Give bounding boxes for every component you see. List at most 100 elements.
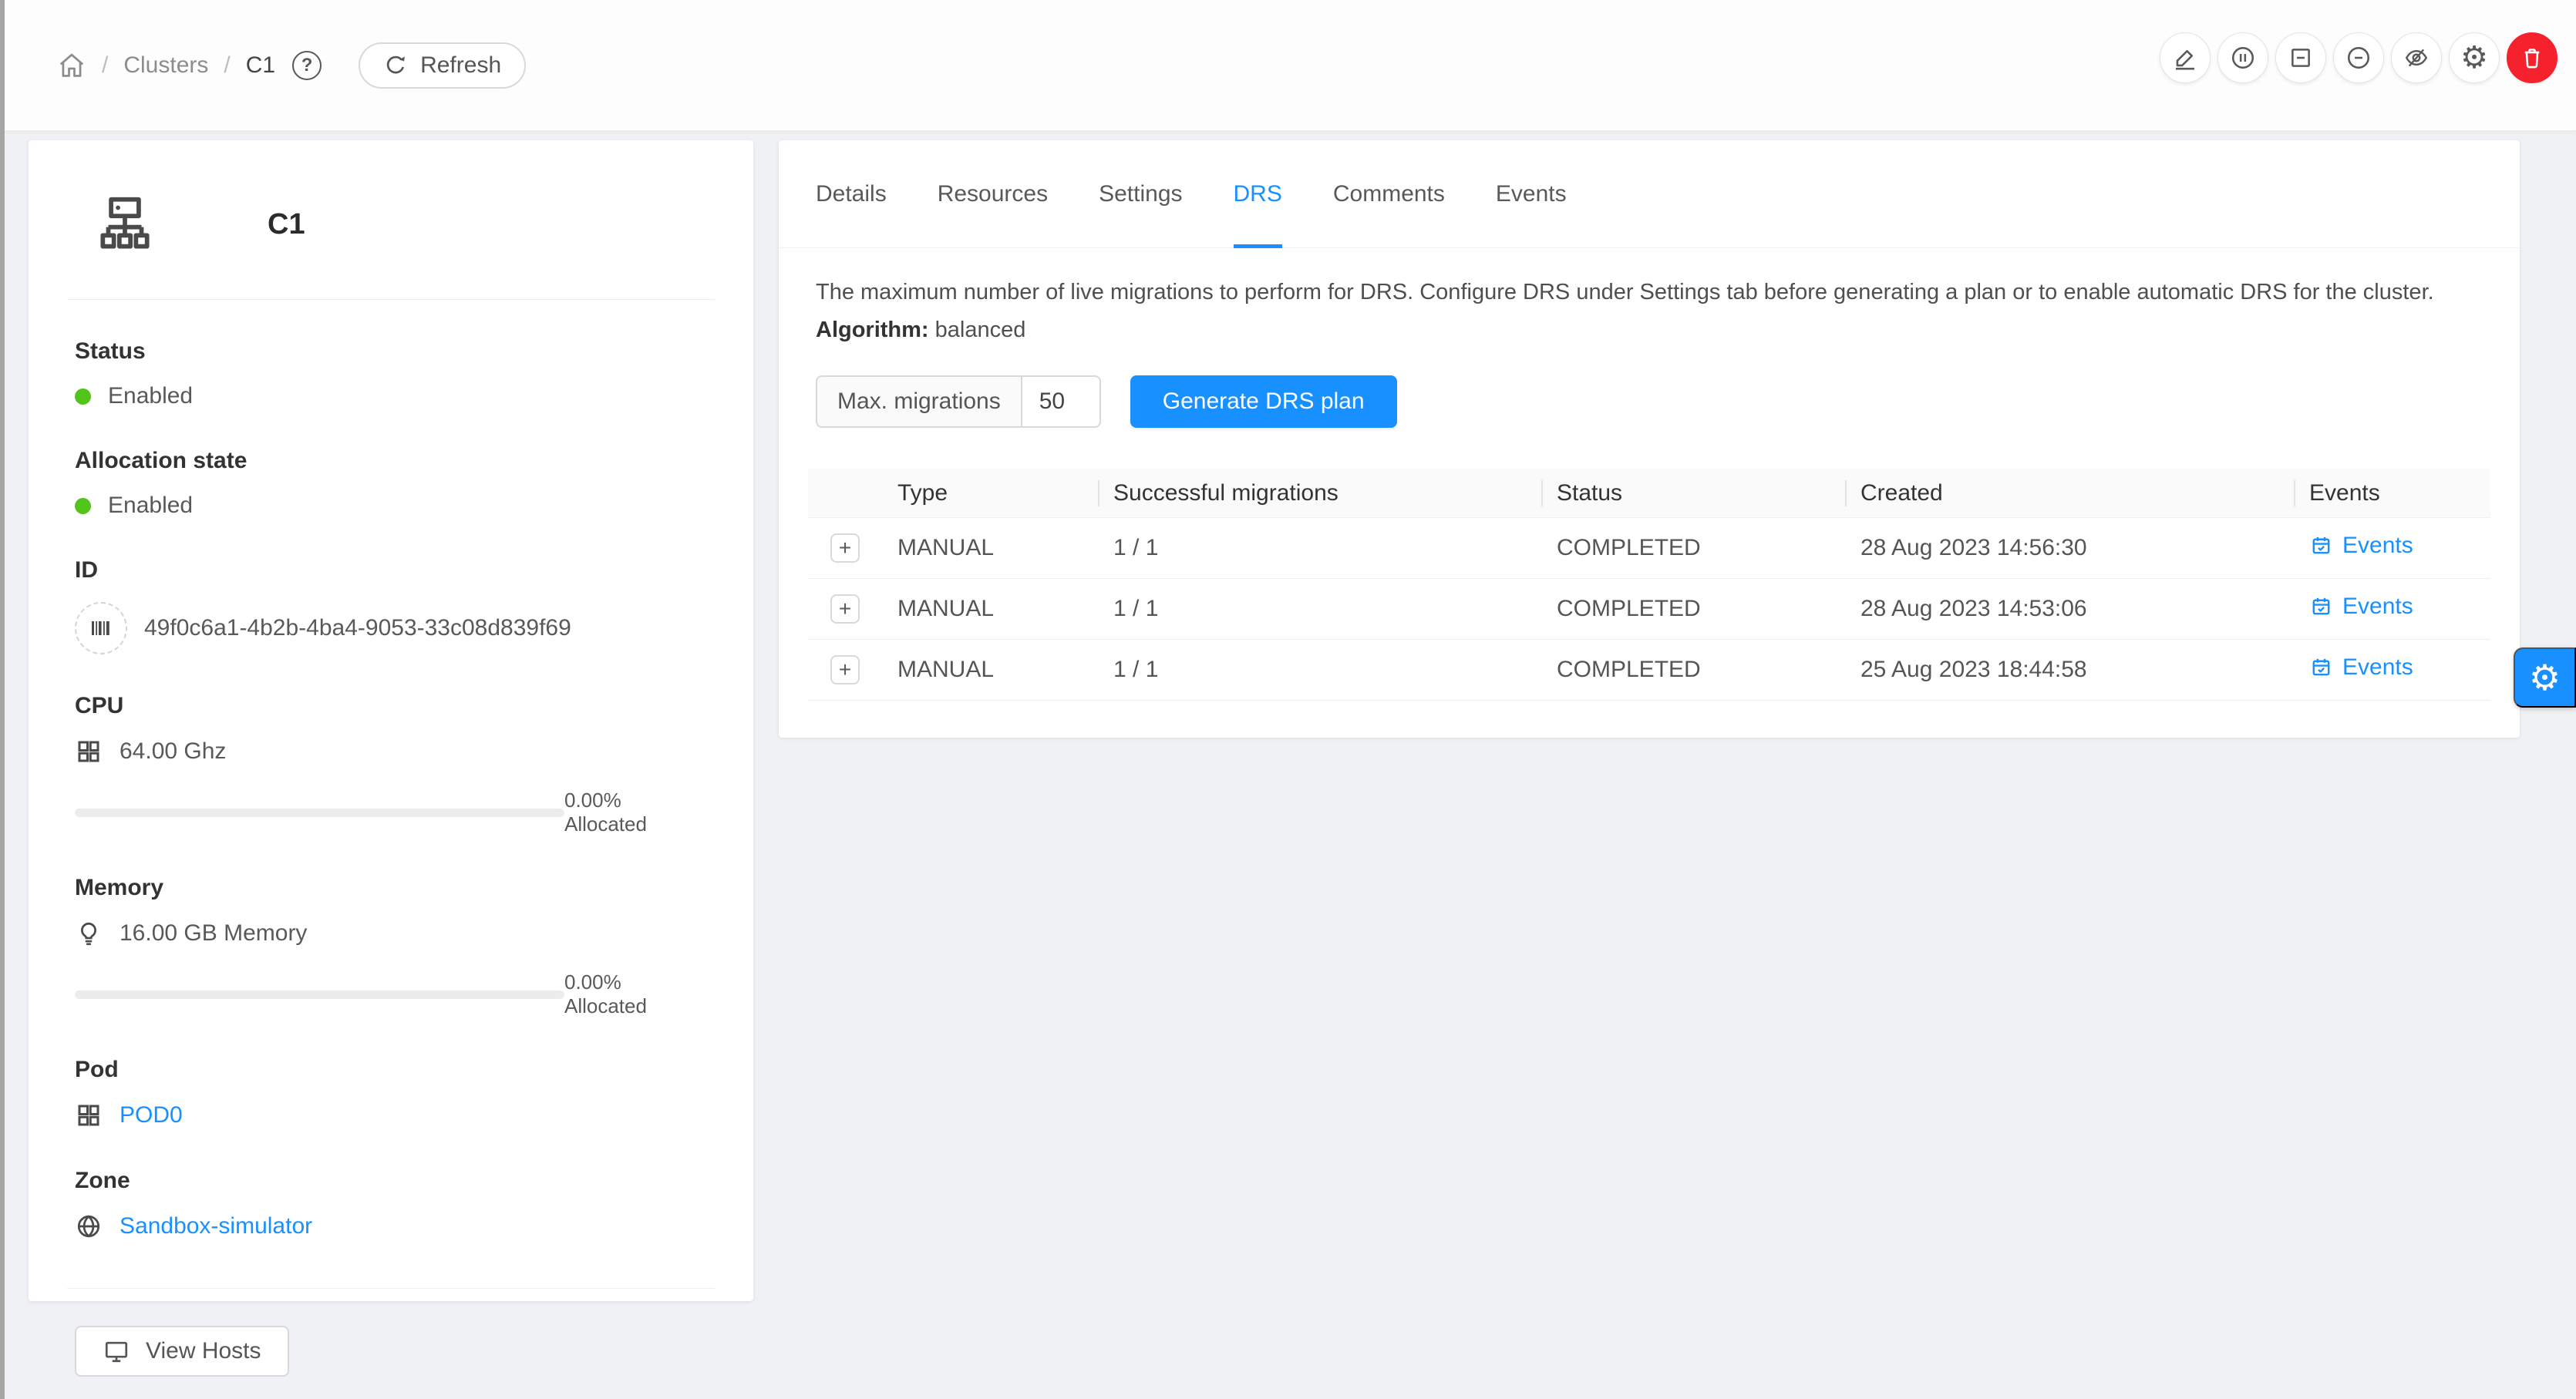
- cpu-allocated-text: 0.00% Allocated: [564, 789, 707, 836]
- memory-progress-bar: [75, 990, 564, 999]
- algorithm-line: Algorithm: balanced: [816, 318, 2483, 343]
- expand-row-button[interactable]: +: [830, 594, 860, 624]
- breadcrumb-separator: /: [102, 52, 108, 79]
- algorithm-label: Algorithm:: [816, 318, 929, 342]
- disable-button[interactable]: [2333, 32, 2384, 83]
- memory-value: 16.00 GB Memory: [120, 920, 307, 947]
- gear-icon: ⚙: [2529, 660, 2561, 695]
- cell-created: 25 Aug 2023 18:44:58: [1845, 657, 2294, 683]
- cell-successful: 1 / 1: [1098, 596, 1541, 622]
- pod-section: Pod POD0: [29, 1018, 753, 1129]
- minus-square-icon: [2288, 45, 2314, 71]
- barcode-icon: [75, 602, 127, 654]
- cell-status: COMPLETED: [1541, 657, 1845, 683]
- divider: [67, 1288, 715, 1289]
- max-migrations-addon: Max. migrations: [816, 375, 1022, 428]
- cluster-icon: [92, 191, 158, 257]
- cell-successful: 1 / 1: [1098, 535, 1541, 561]
- status-dot-green: [75, 388, 91, 405]
- view-hosts-label: View Hosts: [146, 1338, 261, 1364]
- tab-settings[interactable]: Settings: [1099, 140, 1182, 247]
- cell-type: MANUAL: [882, 657, 1098, 683]
- max-migrations-input[interactable]: [1022, 375, 1101, 428]
- tab-drs[interactable]: DRS: [1234, 140, 1282, 247]
- allocation-label: Allocation state: [75, 448, 707, 474]
- expand-row-button[interactable]: +: [830, 533, 860, 563]
- cpu-progress-row: 0.00% Allocated: [29, 789, 753, 836]
- tab-comments[interactable]: Comments: [1333, 140, 1445, 247]
- appstore-grid-icon: [75, 1101, 103, 1129]
- col-status: Status: [1541, 480, 1845, 506]
- allocation-section: Allocation state Enabled: [29, 409, 753, 519]
- refresh-label: Refresh: [420, 52, 501, 79]
- cell-created: 28 Aug 2023 14:53:06: [1845, 596, 2294, 622]
- memory-section: Memory 16.00 GB Memory: [29, 836, 753, 947]
- calendar-check-icon: [2309, 594, 2333, 618]
- breadcrumb: / Clusters / C1 ? Refresh: [57, 0, 526, 131]
- memory-allocated-text: 0.00% Allocated: [564, 970, 707, 1018]
- page-header: / Clusters / C1 ? Refresh: [5, 0, 2576, 131]
- refresh-button[interactable]: Refresh: [359, 42, 526, 89]
- breadcrumb-current: C1: [246, 52, 275, 79]
- expand-row-button[interactable]: +: [830, 655, 860, 684]
- tab-resources[interactable]: Resources: [938, 140, 1048, 247]
- pod-link[interactable]: POD0: [120, 1102, 183, 1128]
- floating-settings-button[interactable]: ⚙: [2514, 647, 2576, 708]
- max-migrations-group: Max. migrations: [816, 375, 1101, 428]
- status-value: Enabled: [108, 383, 193, 409]
- cpu-progress-bar: [75, 809, 564, 817]
- drs-controls: Max. migrations Generate DRS plan: [816, 375, 2483, 428]
- row-events-link[interactable]: Events: [2309, 654, 2413, 681]
- breadcrumb-clusters-link[interactable]: Clusters: [123, 52, 208, 79]
- header-action-buttons: ⚙: [2160, 32, 2557, 83]
- calendar-check-icon: [2309, 655, 2333, 679]
- help-icon[interactable]: ?: [292, 51, 322, 80]
- reload-icon: [383, 53, 408, 78]
- cpu-label: CPU: [75, 693, 707, 719]
- memory-label: Memory: [75, 875, 707, 901]
- minus-circle-icon: [2345, 45, 2372, 71]
- algorithm-value: balanced: [935, 318, 1026, 342]
- cell-type: MANUAL: [882, 535, 1098, 561]
- pause-button[interactable]: [2217, 32, 2268, 83]
- status-section: Status Enabled: [29, 300, 753, 409]
- monitor-icon: [103, 1337, 130, 1365]
- row-events-link[interactable]: Events: [2309, 594, 2413, 620]
- edit-pencil-icon: [2172, 45, 2198, 71]
- unmanage-button[interactable]: [2275, 32, 2326, 83]
- drs-description: The maximum number of live migrations to…: [816, 276, 2483, 308]
- tab-events[interactable]: Events: [1496, 140, 1567, 247]
- id-value: 49f0c6a1-4b2b-4ba4-9053-33c08d839f69: [144, 615, 571, 641]
- table-row: + MANUAL 1 / 1 COMPLETED 28 Aug 2023 14:…: [808, 579, 2490, 640]
- appstore-grid-icon: [75, 738, 103, 765]
- table-row: + MANUAL 1 / 1 COMPLETED 28 Aug 2023 14:…: [808, 518, 2490, 579]
- col-events: Events: [2294, 480, 2490, 506]
- cell-status: COMPLETED: [1541, 535, 1845, 561]
- configure-button[interactable]: ⚙: [2449, 32, 2500, 83]
- status-dot-green: [75, 498, 91, 514]
- row-events-link[interactable]: Events: [2309, 533, 2413, 559]
- id-label: ID: [75, 557, 707, 583]
- allocation-value: Enabled: [108, 493, 193, 519]
- id-section: ID 49f0c6a1-4b2b-4ba4-9053-33c08d839f69: [29, 519, 753, 654]
- zone-section: Zone Sandbox-simulator: [29, 1129, 753, 1240]
- generate-drs-plan-button[interactable]: Generate DRS plan: [1130, 375, 1397, 428]
- home-icon[interactable]: [57, 51, 86, 80]
- tab-details[interactable]: Details: [816, 140, 887, 247]
- pause-circle-icon: [2230, 45, 2256, 71]
- status-label: Status: [75, 338, 707, 365]
- view-hosts-button[interactable]: View Hosts: [75, 1326, 289, 1377]
- globe-icon: [75, 1212, 103, 1240]
- outage-button[interactable]: [2391, 32, 2442, 83]
- table-header-row: Type Successful migrations Status Create…: [808, 469, 2490, 518]
- detail-tabs: Details Resources Settings DRS Comments …: [779, 140, 2520, 248]
- cell-created: 28 Aug 2023 14:56:30: [1845, 535, 2294, 561]
- panel-title-row: C1: [29, 140, 753, 257]
- edit-button[interactable]: [2160, 32, 2211, 83]
- delete-button[interactable]: [2507, 32, 2557, 83]
- zone-link[interactable]: Sandbox-simulator: [120, 1213, 312, 1239]
- cluster-detail-panel: Details Resources Settings DRS Comments …: [779, 140, 2520, 738]
- bulb-icon: [75, 920, 103, 947]
- col-created: Created: [1845, 480, 2294, 506]
- eye-invisible-icon: [2403, 45, 2430, 71]
